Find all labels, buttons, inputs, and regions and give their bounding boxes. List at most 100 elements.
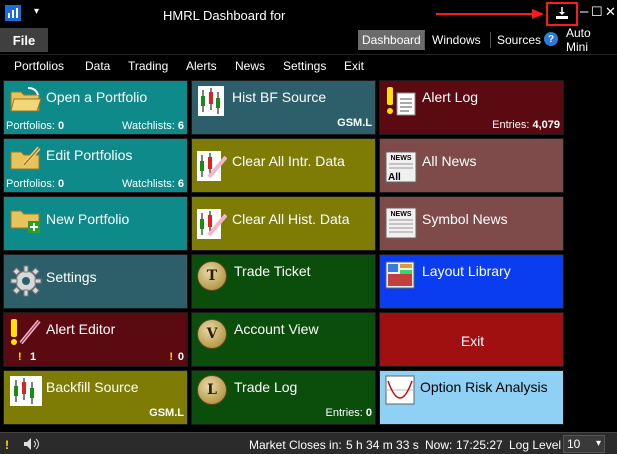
clear-intr-data-tile[interactable]: Clear All Intr. Data: [191, 138, 376, 193]
menu-news[interactable]: News: [235, 59, 265, 73]
chart-clear-icon: [197, 151, 227, 181]
tile-label: All News: [422, 153, 477, 169]
maximize-button[interactable]: ☐: [591, 4, 603, 20]
chart-clear-icon: [197, 209, 227, 239]
portfolios-count-label: Portfolios:: [6, 120, 55, 132]
system-menu-icon[interactable]: ▾: [34, 6, 39, 17]
menu-data[interactable]: Data: [85, 59, 110, 73]
alert-editor-tile[interactable]: Alert Editor ! 1 ! 0: [3, 312, 188, 367]
source-symbol: GSM.L: [149, 407, 184, 419]
alert-mark-icon: !: [169, 351, 173, 363]
close-button[interactable]: ✕: [605, 4, 616, 20]
entries-count: 4,079: [532, 119, 560, 131]
chart-candles-icon: [198, 86, 224, 116]
title-bar: ▾ HMRL Dashboard for – ☐ ✕: [0, 0, 617, 28]
minimize-button[interactable]: –: [580, 4, 588, 20]
settings-tile[interactable]: Settings: [3, 254, 188, 309]
layout-library-tile[interactable]: Layout Library: [379, 254, 564, 309]
all-news-badge: All: [388, 172, 401, 183]
speaker-icon[interactable]: [22, 437, 42, 451]
layout-icon: [385, 261, 415, 289]
watchlists-count: 6: [177, 120, 184, 132]
entries-label: Entries:: [492, 119, 530, 131]
tile-label: Exit: [460, 333, 485, 349]
window-title: HMRL Dashboard for: [163, 8, 286, 23]
help-icon[interactable]: ?: [544, 32, 558, 46]
alert-mark-icon: !: [18, 351, 22, 363]
loglevel-select[interactable]: 10 ▾: [563, 435, 605, 453]
watchlists-count-label: Watchlists:: [122, 178, 175, 190]
tile-label: Settings: [46, 269, 97, 285]
portfolios-count-label: Portfolios:: [6, 178, 55, 190]
tab-dashboard[interactable]: Dashboard: [358, 30, 425, 50]
market-close-timer: 5 h 34 m 33 s: [346, 438, 419, 452]
market-close-label: Market Closes in:: [249, 438, 342, 452]
file-tab[interactable]: File: [0, 28, 48, 52]
watchlists-count: 6: [177, 178, 184, 190]
tile-label: Layout Library: [422, 263, 511, 279]
menu-settings[interactable]: Settings: [283, 59, 326, 73]
tab-windows[interactable]: Windows: [428, 28, 485, 52]
watchlists-count-label: Watchlists:: [122, 120, 175, 132]
folder-add-icon: [10, 210, 40, 233]
menu-trading[interactable]: Trading: [128, 59, 168, 73]
download-button[interactable]: [546, 2, 578, 26]
tile-label: Backfill Source: [46, 379, 139, 395]
coin-v-icon: V: [197, 319, 227, 349]
tile-label: Hist BF Source: [232, 89, 327, 105]
payoff-chart-icon: [385, 375, 415, 405]
folder-open-icon: [10, 87, 42, 112]
tile-label: New Portfolio: [46, 211, 130, 227]
menu-portfolios[interactable]: Portfolios: [14, 59, 64, 73]
chevron-down-icon: ▾: [595, 438, 601, 449]
open-portfolio-tile[interactable]: Open a Portfolio Portfolios: 0 Watchlist…: [3, 80, 188, 135]
tab-separator: [490, 32, 491, 48]
loglevel-value: 10: [567, 437, 581, 451]
tile-label: Account View: [234, 321, 319, 337]
trade-log-tile[interactable]: L Trade Log Entries: 0: [191, 370, 376, 425]
menu-exit[interactable]: Exit: [344, 59, 364, 73]
arrow-pointer-icon: [436, 9, 544, 19]
alert-status-icon[interactable]: !: [5, 438, 9, 452]
tile-label: Clear All Intr. Data: [232, 153, 345, 169]
account-view-tile[interactable]: V Account View: [191, 312, 376, 367]
newspaper-masthead: NEWS: [391, 211, 412, 218]
download-icon: [556, 7, 568, 19]
folder-edit-icon: [10, 146, 41, 170]
portfolios-count: 0: [57, 120, 65, 132]
now-time: 17:25:27: [456, 438, 503, 452]
portfolios-count: 0: [57, 178, 65, 190]
backfill-source-tile[interactable]: Backfill Source GSM.L: [3, 370, 188, 425]
newspaper-icon: NEWS All: [385, 151, 417, 183]
new-portfolio-tile[interactable]: New Portfolio: [3, 196, 188, 251]
coin-t-icon: T: [197, 261, 227, 291]
alert-log-icon: [387, 87, 416, 116]
entries-label: Entries:: [325, 407, 363, 419]
tile-label: Open a Portfolio: [46, 89, 148, 105]
coin-l-icon: L: [197, 375, 227, 405]
edit-portfolios-tile[interactable]: Edit Portfolios Portfolios: 0 Watchlists…: [3, 138, 188, 193]
tab-separator: [424, 32, 425, 48]
alert-count-inactive: 0: [177, 351, 184, 363]
gear-icon: [10, 265, 42, 297]
clear-hist-data-tile[interactable]: Clear All Hist. Data: [191, 196, 376, 251]
option-risk-analysis-tile[interactable]: Option Risk Analysis: [379, 370, 564, 425]
alert-log-tile[interactable]: Alert Log Entries: 4,079: [379, 80, 564, 135]
tab-auto-mini[interactable]: Auto Mini: [562, 26, 617, 54]
exit-tile[interactable]: Exit: [379, 312, 564, 367]
hist-bf-source-tile[interactable]: Hist BF Source GSM.L: [191, 80, 376, 135]
tile-label: Alert Editor: [46, 321, 116, 337]
menu-alerts[interactable]: Alerts: [186, 59, 217, 73]
symbol-news-tile[interactable]: NEWS Symbol News: [379, 196, 564, 251]
newspaper-icon: NEWS: [385, 207, 417, 239]
alert-edit-icon: [11, 319, 41, 345]
all-news-tile[interactable]: NEWS All All News: [379, 138, 564, 193]
app-logo-icon[interactable]: [5, 5, 21, 21]
newspaper-masthead: NEWS: [391, 155, 412, 162]
tile-label: Symbol News: [422, 211, 508, 227]
ribbon-tabs: File Dashboard Windows Sources Auto Mini: [0, 26, 617, 54]
status-bar: ! Market Closes in: 5 h 34 m 33 s Now: 1…: [0, 432, 617, 454]
trade-ticket-tile[interactable]: T Trade Ticket: [191, 254, 376, 309]
chart-candles-icon: [10, 376, 42, 406]
tab-sources[interactable]: Sources: [493, 28, 545, 52]
